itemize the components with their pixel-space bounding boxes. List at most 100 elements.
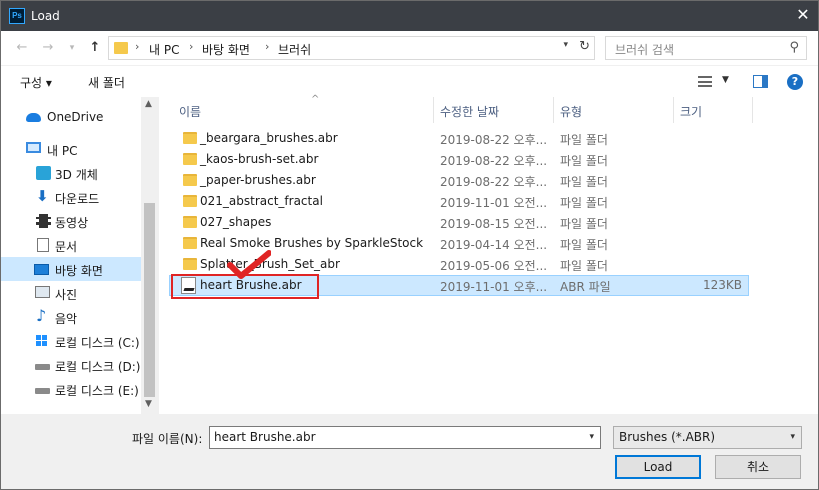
nav-item-music[interactable]: ♪ 음악 bbox=[1, 305, 141, 329]
file-date: 2019-05-06 오전... bbox=[440, 259, 548, 273]
nav-item-downloads[interactable]: ⬇ 다운로드 bbox=[1, 185, 141, 209]
file-date: 2019-08-22 오후... bbox=[440, 154, 548, 168]
download-icon: ⬇ bbox=[36, 187, 49, 205]
file-row[interactable]: Real Smoke Brushes by SparkleStock 2019-… bbox=[169, 233, 749, 254]
nav-item-label: 로컬 디스크 (D:) bbox=[55, 360, 141, 374]
nav-item-3d-objects[interactable]: 3D 개체 bbox=[1, 161, 141, 185]
search-icon[interactable]: ⚲ bbox=[789, 40, 799, 55]
file-date: 2019-08-15 오전... bbox=[440, 217, 548, 231]
scroll-thumb[interactable] bbox=[144, 203, 155, 397]
desktop-icon bbox=[34, 264, 49, 275]
column-header-name[interactable]: 이름 ^ bbox=[173, 94, 433, 123]
filename-label: 파일 이름(N): bbox=[132, 432, 203, 446]
file-row[interactable]: Splatter_Brush_Set_abr 2019-05-06 오전... … bbox=[169, 254, 749, 275]
file-name: 021_abstract_fractal bbox=[200, 194, 323, 208]
documents-icon bbox=[37, 238, 49, 252]
up-arrow-icon[interactable]: ↑ bbox=[86, 39, 104, 57]
address-bar[interactable]: › 내 PC › 바탕 화면 › 브러쉬 ▾ ↻ bbox=[108, 36, 595, 60]
file-date: 2019-11-01 오후... bbox=[440, 280, 548, 294]
chevron-down-icon[interactable]: ▾ bbox=[790, 432, 795, 442]
navigation-pane: OneDrive 내 PC 3D 개체 ⬇ 다운로드 동영상 문서 바탕 화면 bbox=[1, 97, 158, 414]
file-list: 이름 ^ 수정한 날짜 유형 크기 _beargara_brushes.abr … bbox=[159, 94, 818, 414]
file-type: ABR 파일 bbox=[560, 280, 611, 294]
nav-item-label: 바탕 화면 bbox=[55, 264, 103, 278]
dialog-footer: 파일 이름(N): heart Brushe.abr ▾ Brushes (*.… bbox=[1, 414, 818, 489]
load-button[interactable]: Load bbox=[615, 455, 701, 479]
nav-item-documents[interactable]: 문서 bbox=[1, 233, 141, 257]
close-button[interactable]: ✕ bbox=[788, 1, 818, 31]
view-chevron-down-icon[interactable]: ▼ bbox=[722, 75, 729, 85]
folder-icon bbox=[183, 195, 197, 207]
refresh-icon[interactable]: ↻ bbox=[579, 39, 590, 54]
sort-ascending-icon: ^ bbox=[311, 94, 320, 105]
nav-item-desktop[interactable]: 바탕 화면 bbox=[1, 257, 141, 281]
nav-item-label: 사진 bbox=[55, 288, 78, 302]
file-date: 2019-08-22 오후... bbox=[440, 175, 548, 189]
file-row[interactable]: _kaos-brush-set.abr 2019-08-22 오후... 파일 … bbox=[169, 149, 749, 170]
preview-pane-icon[interactable] bbox=[753, 75, 768, 88]
search-box[interactable]: 브러쉬 검색 ⚲ bbox=[605, 36, 807, 60]
recent-chevron-down-icon[interactable]: ▾ bbox=[63, 39, 81, 57]
file-name: Real Smoke Brushes by SparkleStock bbox=[200, 236, 424, 250]
scroll-down-icon[interactable]: ▼ bbox=[145, 399, 152, 409]
nav-item-label: 문서 bbox=[55, 240, 78, 254]
chevron-down-icon[interactable]: ▾ bbox=[589, 432, 594, 442]
new-folder-button[interactable]: 새 폴더 bbox=[88, 74, 125, 91]
3d-objects-icon bbox=[36, 166, 51, 180]
nav-item-drive-e[interactable]: 로컬 디스크 (E:) bbox=[1, 377, 141, 401]
file-date: 2019-04-14 오전... bbox=[440, 238, 548, 252]
file-date: 2019-11-01 오전... bbox=[440, 196, 548, 210]
back-arrow-icon[interactable]: ← bbox=[13, 39, 31, 57]
nav-item-label: 동영상 bbox=[55, 216, 89, 230]
nav-item-drive-d[interactable]: 로컬 디스크 (D:) bbox=[1, 353, 141, 377]
onedrive-icon bbox=[26, 113, 41, 122]
folder-icon bbox=[114, 42, 128, 54]
nav-item-videos[interactable]: 동영상 bbox=[1, 209, 141, 233]
file-name: _kaos-brush-set.abr bbox=[200, 152, 319, 166]
file-type-select[interactable]: Brushes (*.ABR) ▾ bbox=[613, 426, 802, 449]
column-header-size[interactable]: 크기 bbox=[674, 97, 752, 123]
filename-value: heart Brushe.abr bbox=[214, 430, 316, 444]
nav-item-pictures[interactable]: 사진 bbox=[1, 281, 141, 305]
breadcrumb-my-pc[interactable]: 내 PC bbox=[149, 41, 179, 58]
window-title: Load bbox=[31, 9, 60, 23]
search-input[interactable]: 브러쉬 검색 bbox=[615, 41, 674, 58]
nav-item-onedrive[interactable]: OneDrive bbox=[1, 105, 141, 129]
file-row[interactable]: 021_abstract_fractal 2019-11-01 오전... 파일… bbox=[169, 191, 749, 212]
cancel-button[interactable]: 취소 bbox=[715, 455, 801, 479]
breadcrumb-desktop[interactable]: 바탕 화면 bbox=[202, 41, 250, 58]
chevron-right-icon[interactable]: › bbox=[265, 40, 269, 53]
column-header-label: 수정한 날짜 bbox=[440, 105, 500, 119]
abr-file-icon bbox=[181, 277, 196, 294]
file-row[interactable]: _beargara_brushes.abr 2019-08-22 오후... 파… bbox=[169, 128, 749, 149]
column-divider[interactable] bbox=[752, 97, 753, 123]
organize-button[interactable]: 구성 ▾ bbox=[20, 74, 52, 91]
filename-input[interactable]: heart Brushe.abr ▾ bbox=[209, 426, 601, 449]
scroll-up-icon[interactable]: ▲ bbox=[145, 99, 152, 109]
forward-arrow-icon[interactable]: → bbox=[39, 39, 57, 57]
title-bar: Ps Load ✕ bbox=[1, 1, 818, 31]
column-header-label: 크기 bbox=[680, 105, 703, 119]
nav-item-label: 로컬 디스크 (E:) bbox=[55, 384, 139, 398]
view-details-icon[interactable] bbox=[698, 76, 712, 87]
chevron-right-icon[interactable]: › bbox=[135, 40, 139, 53]
nav-item-label: 로컬 디스크 (C:) bbox=[55, 336, 140, 350]
chevron-right-icon[interactable]: › bbox=[189, 40, 193, 53]
file-type: 파일 폴더 bbox=[560, 133, 608, 147]
file-row[interactable]: 027_shapes 2019-08-15 오전... 파일 폴더 bbox=[169, 212, 749, 233]
file-row[interactable]: _paper-brushes.abr 2019-08-22 오후... 파일 폴… bbox=[169, 170, 749, 191]
nav-item-this-pc[interactable]: 내 PC bbox=[1, 137, 141, 161]
file-type: 파일 폴더 bbox=[560, 238, 608, 252]
nav-scrollbar[interactable]: ▲ ▼ bbox=[141, 97, 158, 414]
file-size: 123KB bbox=[702, 278, 742, 292]
column-header-label: 유형 bbox=[560, 105, 583, 119]
column-header-type[interactable]: 유형 bbox=[554, 97, 674, 123]
file-type: 파일 폴더 bbox=[560, 175, 608, 189]
breadcrumb-brush[interactable]: 브러쉬 bbox=[278, 41, 311, 58]
help-icon[interactable]: ? bbox=[787, 74, 803, 90]
folder-icon bbox=[183, 237, 197, 249]
column-header-date[interactable]: 수정한 날짜 bbox=[434, 97, 554, 123]
nav-item-drive-c[interactable]: 로컬 디스크 (C:) bbox=[1, 329, 141, 353]
address-dropdown-icon[interactable]: ▾ bbox=[563, 40, 568, 50]
file-row-selected[interactable]: heart Brushe.abr 2019-11-01 오후... ABR 파일… bbox=[169, 275, 749, 296]
